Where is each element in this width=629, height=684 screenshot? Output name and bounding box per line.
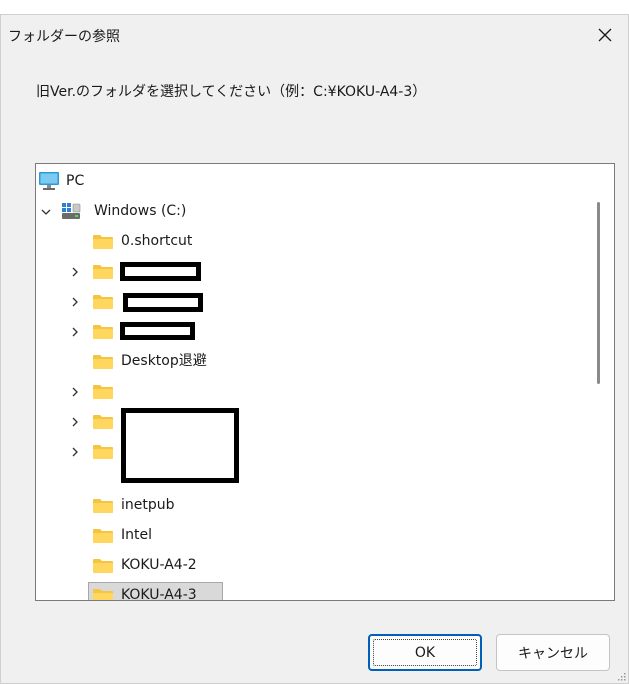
- tree-label-folder: Intel: [121, 527, 152, 543]
- chevron-right-icon[interactable]: [70, 297, 80, 307]
- tree-label-folder: KOKU-A4-2: [121, 557, 197, 573]
- folder-tree[interactable]: PC Windows (C:) 0.shortcut Desktop退避 ine…: [35, 163, 615, 601]
- ok-button[interactable]: OK: [368, 634, 482, 671]
- redaction-box: [123, 293, 203, 312]
- folder-icon: [93, 355, 113, 369]
- tree-label-drive-c: Windows (C:): [94, 203, 187, 219]
- close-icon: [598, 28, 612, 42]
- chevron-right-icon[interactable]: [70, 417, 80, 427]
- folder-icon: [93, 445, 113, 459]
- redaction-box: [121, 408, 239, 483]
- drive-icon: [62, 203, 81, 219]
- tree-row-folder[interactable]: [36, 436, 596, 466]
- tree-row-folder-selected[interactable]: KOKU-A4-3: [36, 580, 596, 601]
- tree-row-folder[interactable]: [36, 286, 596, 316]
- scrollbar-thumb[interactable]: [597, 202, 600, 384]
- folder-icon: [93, 385, 113, 399]
- focus-rect: [373, 639, 477, 666]
- close-button[interactable]: [582, 15, 628, 55]
- cancel-button[interactable]: キャンセル: [496, 634, 610, 671]
- tree-row-folder[interactable]: [36, 256, 596, 286]
- folder-icon: [93, 265, 113, 279]
- tree-label-folder: KOKU-A4-3: [121, 587, 197, 601]
- tree-label-folder: 0.shortcut: [121, 233, 193, 249]
- annotation-text-strip: [0, 0, 629, 14]
- folder-icon: [93, 325, 113, 339]
- folder-icon: [93, 559, 113, 573]
- computer-icon: [39, 172, 59, 190]
- folder-icon: [93, 415, 113, 429]
- tree-row-drive-c[interactable]: Windows (C:): [36, 196, 596, 226]
- tree-label-pc: PC: [66, 173, 85, 189]
- title-bar: フォルダーの参照: [1, 15, 628, 55]
- tree-row-folder[interactable]: KOKU-A4-2: [36, 550, 596, 580]
- tree-row-folder[interactable]: 0.shortcut: [36, 226, 596, 256]
- tree-row-folder[interactable]: Intel: [36, 520, 596, 550]
- cancel-button-label: キャンセル: [518, 645, 588, 662]
- chevron-right-icon[interactable]: [70, 267, 80, 277]
- chevron-right-icon[interactable]: [70, 447, 80, 457]
- folder-icon: [93, 295, 113, 309]
- folder-icon: [93, 529, 113, 543]
- tree-label-folder: Desktop退避: [121, 353, 207, 369]
- annotation-text: [18, 0, 25, 11]
- resize-grip-icon[interactable]: [618, 673, 626, 681]
- redaction-box: [120, 262, 201, 281]
- redaction-box: [120, 322, 195, 340]
- folder-browse-dialog: フォルダーの参照 旧Ver.のフォルダを選択してください（例：C:¥KOKU-A…: [0, 14, 629, 684]
- tree-row-folder[interactable]: Desktop退避: [36, 346, 596, 376]
- tree-label-folder: inetpub: [121, 497, 175, 513]
- tree-row-folder[interactable]: [36, 406, 596, 436]
- tree-row-folder[interactable]: [36, 376, 596, 406]
- folder-icon: [93, 235, 113, 249]
- dialog-title: フォルダーの参照: [8, 29, 120, 45]
- tree-row-folder[interactable]: inetpub: [36, 490, 596, 520]
- chevron-down-icon[interactable]: [41, 207, 51, 217]
- instruction-text: 旧Ver.のフォルダを選択してください（例：C:¥KOKU-A4-3）: [36, 84, 427, 100]
- folder-icon: [93, 499, 113, 513]
- tree-row-folder[interactable]: [36, 316, 596, 346]
- chevron-right-icon[interactable]: [70, 387, 80, 397]
- chevron-right-icon[interactable]: [70, 327, 80, 337]
- tree-row-pc[interactable]: PC: [36, 166, 596, 196]
- folder-icon: [93, 589, 113, 600]
